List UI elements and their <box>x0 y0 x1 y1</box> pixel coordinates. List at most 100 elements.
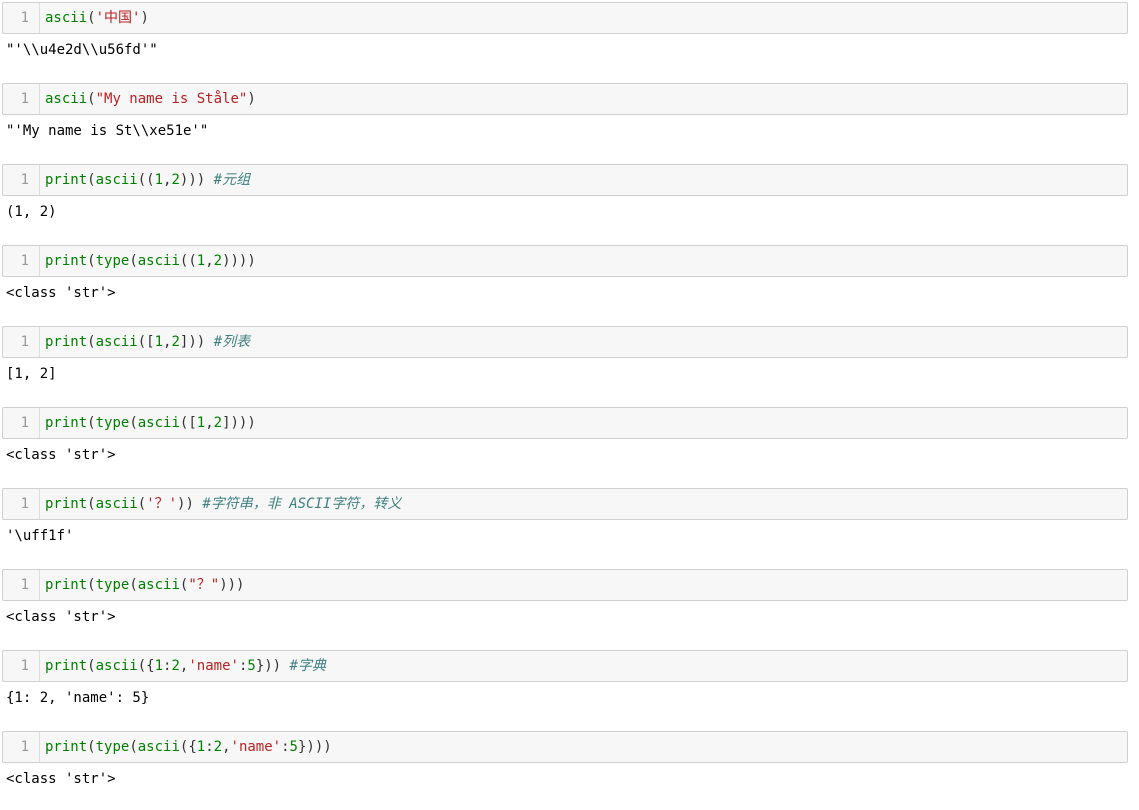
code-token: : <box>281 739 290 755</box>
code-input[interactable]: 1 print(type(ascii("？"))) <box>2 569 1128 601</box>
code-input[interactable]: 1 print(type(ascii([1,2]))) <box>2 407 1128 439</box>
code-token: ) <box>247 91 256 107</box>
notebook-cell: 1 ascii("My name is Ståle") "'My name is S… <box>0 81 1139 162</box>
code-token: type <box>95 577 130 593</box>
notebook-cell: 1 print(type(ascii([1,2]))) <class 'str'> <box>0 405 1139 486</box>
code-line[interactable]: print(ascii((1,2))) #元组 <box>45 165 1121 195</box>
code-line[interactable]: print(type(ascii({1:2,'name':5}))) <box>45 732 1121 762</box>
code-line[interactable]: ascii("My name is Ståle") <box>45 84 1121 114</box>
code-token: ])) <box>179 334 214 350</box>
line-number: 1 <box>3 3 40 33</box>
code-token: ascii <box>95 172 138 188</box>
code-token: 5 <box>247 658 256 674</box>
code-token: ( <box>87 577 96 593</box>
line-number: 1 <box>3 570 40 600</box>
code-token: , <box>205 415 214 431</box>
code-token: 1 <box>196 415 206 431</box>
code-token: ( <box>129 739 138 755</box>
code-token: print <box>45 253 88 269</box>
line-number: 1 <box>3 246 40 276</box>
code-token: "My name is Ståle" <box>95 91 248 107</box>
code-token: 1 <box>196 739 206 755</box>
code-token: print <box>45 172 88 188</box>
code-input[interactable]: 1 print(ascii({1:2,'name':5})) #字典 <box>2 650 1128 682</box>
notebook-cell: 1 print(ascii([1,2])) #列表 [1, 2] <box>0 324 1139 405</box>
code-token: ) <box>140 10 149 26</box>
code-token: (( <box>179 253 197 269</box>
code-token: (( <box>137 172 155 188</box>
code-line[interactable]: print(ascii({1:2,'name':5})) #字典 <box>45 651 1121 681</box>
code-token: , <box>205 253 214 269</box>
code-line[interactable]: print(ascii('？')) #字符串，非 ASCII字符，转义 <box>45 489 1121 519</box>
code-token: #字典 <box>289 658 326 674</box>
cell-output: {1: 2, 'name': 5} <box>6 690 150 706</box>
cell-output: [1, 2] <box>6 366 57 382</box>
code-token: ascii <box>95 658 138 674</box>
code-input[interactable]: 1 print(type(ascii((1,2)))) <box>2 245 1128 277</box>
line-number: 1 <box>3 165 40 195</box>
code-input[interactable]: 1 ascii("My name is Ståle") <box>2 83 1128 115</box>
code-input[interactable]: 1 print(ascii([1,2])) #列表 <box>2 326 1128 358</box>
code-line[interactable]: ascii('中国') <box>45 3 1121 33</box>
line-number: 1 <box>3 489 40 519</box>
code-token: ([ <box>137 334 155 350</box>
notebook-cell: 1 print(ascii({1:2,'name':5})) #字典 {1: 2, … <box>0 648 1139 729</box>
line-number: 1 <box>3 732 40 762</box>
code-token: ))) <box>219 577 245 593</box>
code-token: print <box>45 658 88 674</box>
code-token: 1 <box>154 658 164 674</box>
code-token: ({ <box>179 739 197 755</box>
code-token: 'name' <box>188 658 239 674</box>
code-token: ( <box>137 496 147 512</box>
code-token: 2 <box>213 415 223 431</box>
code-token: 1 <box>154 334 164 350</box>
code-token: ( <box>87 739 96 755</box>
code-token: ascii <box>45 91 88 107</box>
notebook-cell: 1 print(type(ascii("？"))) <class 'str'> <box>0 567 1139 648</box>
code-line[interactable]: print(ascii([1,2])) #列表 <box>45 327 1121 357</box>
code-token: ( <box>87 496 96 512</box>
code-token: ( <box>87 253 96 269</box>
code-line[interactable]: print(type(ascii("？"))) <box>45 570 1121 600</box>
line-number: 1 <box>3 651 40 681</box>
line-number: 1 <box>3 84 40 114</box>
code-token: : <box>205 739 214 755</box>
code-input[interactable]: 1 ascii('中国') <box>2 2 1128 34</box>
code-token: ( <box>87 172 96 188</box>
code-token: 5 <box>289 739 298 755</box>
cell-output: "'\\u4e2d\\u56fd'" <box>6 42 158 58</box>
code-token: ))) <box>179 172 214 188</box>
code-token: ascii <box>137 577 180 593</box>
code-token: ( <box>129 415 138 431</box>
code-token: ascii <box>95 496 138 512</box>
notebook-cell: 1 print(type(ascii((1,2)))) <class 'str'> <box>0 243 1139 324</box>
code-token: 2 <box>171 172 180 188</box>
code-token: "？" <box>188 577 220 593</box>
code-token: , <box>222 739 231 755</box>
cell-output: (1, 2) <box>6 204 57 220</box>
code-line[interactable]: print(type(ascii([1,2]))) <box>45 408 1121 438</box>
notebook-cell: 1 print(ascii('？')) #字符串，非 ASCII字符，转义 '\uf… <box>0 486 1139 567</box>
code-line[interactable]: print(type(ascii((1,2)))) <box>45 246 1121 276</box>
code-input[interactable]: 1 print(ascii('？')) #字符串，非 ASCII字符，转义 <box>2 488 1128 520</box>
code-token: 1 <box>196 253 206 269</box>
cell-output: '\uff1f' <box>6 528 74 544</box>
code-token: 'name' <box>230 739 282 755</box>
code-token: 2 <box>213 253 223 269</box>
code-token: type <box>95 415 130 431</box>
notebook-cell: 1 print(type(ascii({1:2,'name':5}))) <clas… <box>0 729 1139 810</box>
code-token: ( <box>87 10 96 26</box>
line-number: 1 <box>3 327 40 357</box>
code-token: 2 <box>171 658 180 674</box>
code-token: ([ <box>179 415 197 431</box>
code-token: ( <box>129 577 138 593</box>
code-input[interactable]: 1 print(ascii((1,2))) #元组 <box>2 164 1128 196</box>
code-token: type <box>95 739 130 755</box>
code-token: 2 <box>213 739 223 755</box>
code-token: ( <box>129 253 138 269</box>
cell-output: <class 'str'> <box>6 447 116 463</box>
notebook-cell: 1 print(ascii((1,2))) #元组 (1, 2) <box>0 162 1139 243</box>
code-token: print <box>45 334 88 350</box>
code-token: print <box>45 739 88 755</box>
code-input[interactable]: 1 print(type(ascii({1:2,'name':5}))) <box>2 731 1128 763</box>
